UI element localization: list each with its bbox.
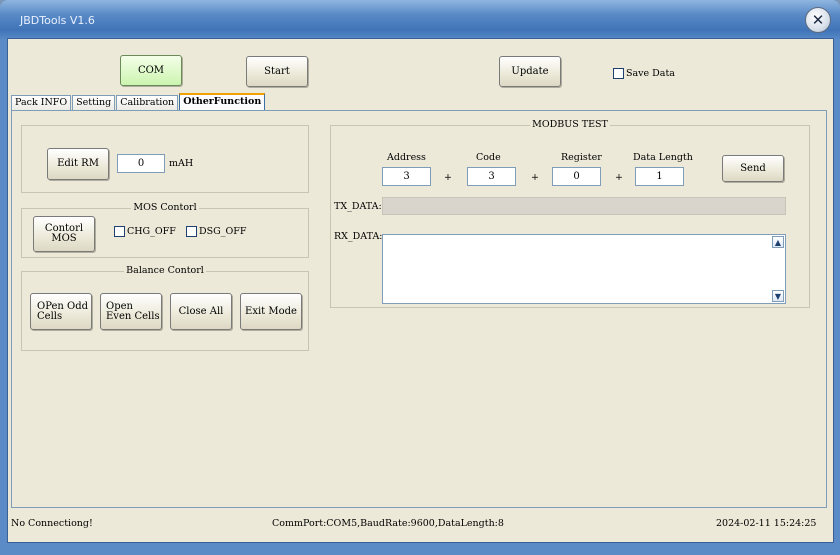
rm-value-field[interactable]: 0 [117, 154, 165, 173]
data-length-label: Data Length [633, 152, 693, 163]
close-icon[interactable]: ✕ [805, 7, 831, 33]
chg-off-checkbox[interactable]: CHG_OFF [114, 226, 176, 237]
balance-group: Balance Contorl OPen Odd Cells Open Even… [21, 265, 309, 351]
client-area: COM Start Update Save Data Pack INFO Set… [7, 38, 834, 543]
scroll-down-icon[interactable]: ▼ [772, 290, 784, 302]
code-field[interactable]: 3 [467, 167, 516, 186]
code-label: Code [476, 152, 501, 163]
dsg-off-checkbox[interactable]: DSG_OFF [186, 226, 246, 237]
plus-sign: + [444, 172, 452, 183]
plus-sign: + [615, 172, 623, 183]
rm-unit-label: mAH [169, 158, 194, 169]
tab-panel: Edit RM 0 mAH MOS Contorl Contorl MOS CH… [11, 110, 827, 508]
port-info: CommPort:COM5,BaudRate:9600,DataLength:8 [272, 518, 504, 529]
save-data-label: Save Data [626, 68, 675, 79]
datetime: 2024-02-11 15:24:25 [716, 518, 817, 529]
start-button[interactable]: Start [246, 56, 308, 87]
close-all-button[interactable]: Close All [170, 293, 232, 330]
tab-setting[interactable]: Setting [72, 95, 116, 110]
rm-group: Edit RM 0 mAH [21, 125, 309, 193]
dsg-off-box[interactable] [186, 226, 197, 237]
rx-data-label: RX_DATA: [334, 231, 383, 242]
tab-strip: Pack INFO Setting Calibration OtherFunct… [11, 93, 266, 110]
tx-data-field [382, 197, 786, 215]
modbus-group: MODBUS TEST Address Code Register Data L… [330, 119, 810, 308]
window-title: JBDTools V1.6 [20, 14, 95, 27]
tx-data-label: TX_DATA: [334, 201, 382, 212]
edit-rm-button[interactable]: Edit RM [47, 148, 109, 180]
modbus-group-title: MODBUS TEST [530, 119, 610, 130]
com-button[interactable]: COM [120, 55, 182, 86]
app-window: JBDTools V1.6 ✕ COM Start Update Save Da… [0, 0, 840, 555]
register-label: Register [561, 152, 602, 163]
tab-calibration[interactable]: Calibration [116, 95, 179, 110]
data-length-field[interactable]: 1 [635, 167, 684, 186]
mos-group-title: MOS Contorl [131, 202, 199, 213]
open-even-cells-button[interactable]: Open Even Cells [100, 293, 162, 330]
save-data-checkbox[interactable]: Save Data [613, 68, 675, 79]
exit-mode-button[interactable]: Exit Mode [240, 293, 302, 330]
address-label: Address [387, 152, 426, 163]
scroll-up-icon[interactable]: ▲ [772, 236, 784, 248]
chg-off-box[interactable] [114, 226, 125, 237]
tab-pack-info[interactable]: Pack INFO [11, 95, 72, 110]
dsg-off-label: DSG_OFF [199, 226, 247, 237]
plus-sign: + [531, 172, 539, 183]
control-mos-button[interactable]: Contorl MOS [33, 216, 95, 252]
balance-group-title: Balance Contorl [124, 265, 206, 276]
open-odd-cells-button[interactable]: OPen Odd Cells [30, 293, 92, 330]
save-data-box[interactable] [613, 68, 624, 79]
chg-off-label: CHG_OFF [127, 226, 176, 237]
connection-status: No Connectiong! [11, 518, 93, 529]
mos-group: MOS Contorl Contorl MOS CHG_OFF DSG_OFF [21, 202, 309, 258]
send-button[interactable]: Send [722, 155, 784, 182]
update-button[interactable]: Update [499, 56, 561, 87]
address-field[interactable]: 3 [382, 167, 431, 186]
register-field[interactable]: 0 [552, 167, 601, 186]
rx-data-area[interactable]: ▲ ▼ [382, 234, 786, 304]
tab-other-function[interactable]: OtherFunction [179, 93, 266, 110]
